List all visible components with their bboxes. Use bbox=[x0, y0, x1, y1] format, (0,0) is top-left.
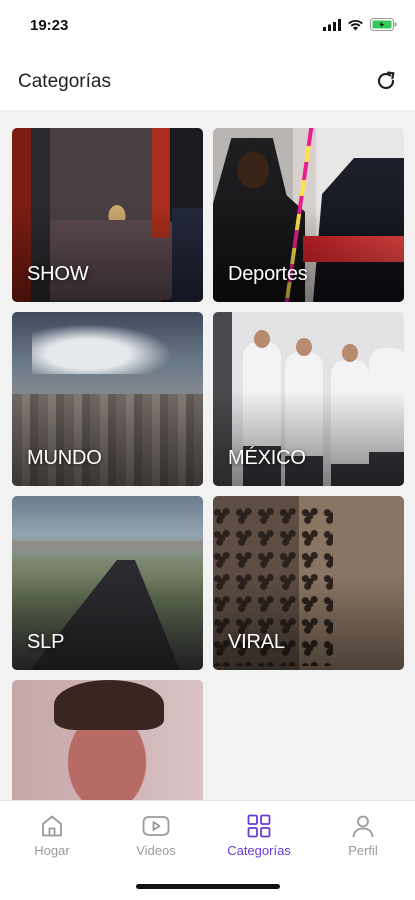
category-tile-mexico[interactable]: MÉXICO bbox=[213, 312, 404, 486]
category-grid: SHOW Deportes MUNDO MÉXICO SLP VIRAL bbox=[12, 128, 404, 800]
signal-icon bbox=[323, 18, 341, 31]
wifi-icon bbox=[348, 19, 363, 30]
page-title: Categorías bbox=[18, 71, 111, 92]
home-indicator bbox=[136, 884, 280, 889]
battery-icon bbox=[370, 18, 397, 31]
home-icon bbox=[42, 815, 62, 837]
refresh-button[interactable] bbox=[371, 66, 401, 96]
category-tile-deportes[interactable]: Deportes bbox=[213, 128, 404, 302]
tile-image-detail bbox=[54, 680, 164, 730]
tab-perfil[interactable]: Perfil bbox=[323, 813, 403, 861]
tab-label: Hogar bbox=[34, 843, 70, 858]
tab-videos[interactable]: Videos bbox=[116, 813, 196, 861]
refresh-icon bbox=[377, 71, 395, 90]
category-label: Deportes bbox=[228, 263, 308, 285]
header: Categorías bbox=[0, 52, 415, 110]
tab-categorias[interactable]: Categorías bbox=[219, 813, 299, 861]
status-time: 19:23 bbox=[30, 17, 69, 34]
category-label: MÉXICO bbox=[228, 447, 306, 469]
tab-hogar[interactable]: Hogar bbox=[12, 813, 92, 861]
user-icon bbox=[352, 815, 374, 838]
category-tile-viral[interactable]: VIRAL bbox=[213, 496, 404, 670]
video-icon bbox=[142, 816, 170, 836]
tab-label: Perfil bbox=[348, 843, 378, 858]
category-label: VIRAL bbox=[228, 631, 285, 653]
category-tile-slp[interactable]: SLP bbox=[12, 496, 203, 670]
status-icons bbox=[323, 18, 397, 31]
grid-icon bbox=[247, 814, 271, 838]
category-tile-show[interactable]: SHOW bbox=[12, 128, 203, 302]
category-label: SLP bbox=[27, 631, 65, 653]
category-label: MUNDO bbox=[27, 447, 102, 469]
status-bar: 19:23 bbox=[0, 0, 415, 52]
tab-label: Categorías bbox=[227, 843, 291, 858]
category-tile-partial[interactable] bbox=[12, 680, 203, 800]
category-label: SHOW bbox=[27, 263, 89, 285]
tab-label: Videos bbox=[136, 843, 176, 858]
category-tile-mundo[interactable]: MUNDO bbox=[12, 312, 203, 486]
